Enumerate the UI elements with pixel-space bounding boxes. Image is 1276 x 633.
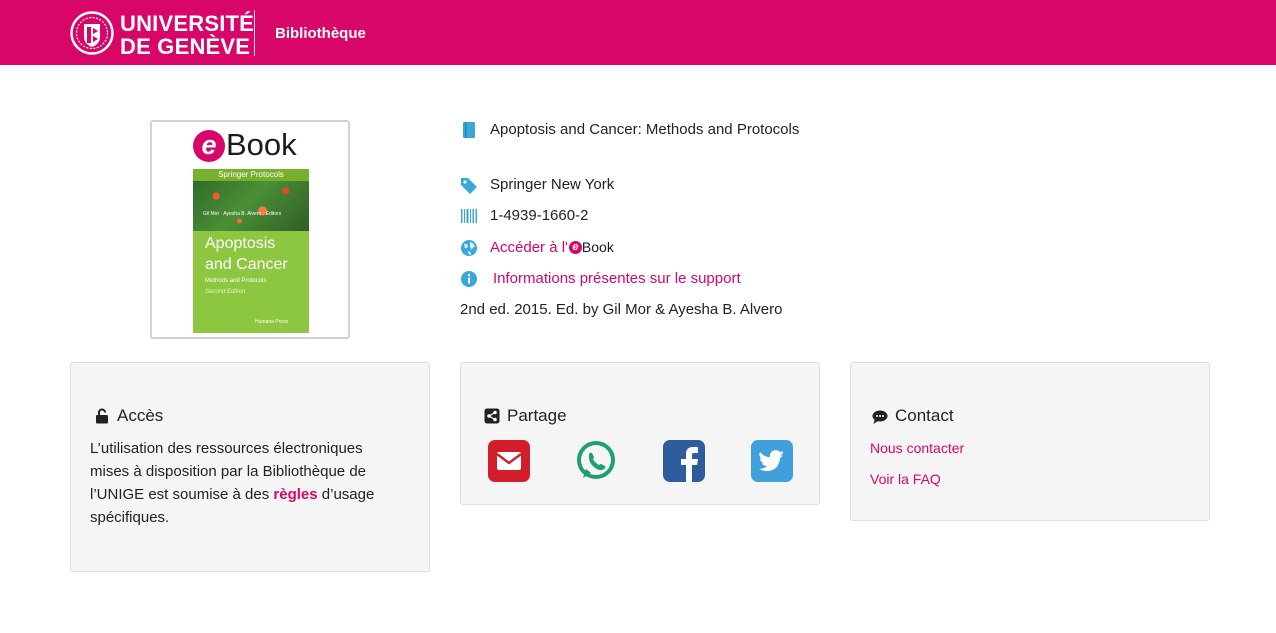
share-icon: [484, 408, 500, 424]
partage-card: Partage: [460, 362, 820, 505]
site-header: UNIVERSITÉ DE GENÈVE Bibliothèque: [0, 0, 1276, 65]
globe-icon: [461, 240, 477, 256]
share-twitter-button[interactable]: [751, 440, 793, 482]
book-cover-authors: Gil Mor · Ayesha B. Alvero · Editors: [203, 211, 282, 217]
book-cover-edition: Second Edition: [205, 289, 246, 295]
acces-card: Accès L’utilisation des ressources élect…: [70, 362, 430, 572]
email-icon: [496, 452, 522, 470]
contact-us-link[interactable]: Nous contacter: [870, 440, 964, 456]
book-cover-photo: [193, 181, 309, 231]
faq-link[interactable]: Voir la FAQ: [870, 471, 941, 487]
whatsapp-icon: [577, 441, 615, 479]
contact-card: Contact Nous contacter Voir la FAQ: [850, 362, 1210, 521]
book-cover-subtitle: Methods and Protocols: [205, 278, 267, 284]
acces-text: L’utilisation des ressources électroniqu…: [90, 440, 375, 526]
library-link[interactable]: Bibliothèque: [275, 25, 366, 42]
access-ebook-link[interactable]: Accéder à l' e Book: [490, 238, 616, 258]
ebook-word: Book: [226, 127, 297, 162]
book-cover-image: Springer Protocols Gil Mor · Ayesha B. A…: [193, 169, 309, 333]
chat-icon: [872, 410, 888, 424]
mini-ebook-e-icon: e: [568, 241, 582, 254]
info-support-link[interactable]: Informations présentes sur le support: [493, 269, 741, 289]
ebook-e-icon: e: [193, 130, 225, 162]
university-name: UNIVERSITÉ DE GENÈVE: [120, 11, 255, 59]
book-cover-publisher: Humana Press: [255, 319, 289, 325]
book-cover-frame: e Book Springer Protocols Gil Mor · Ayes…: [150, 120, 350, 339]
info-icon: [461, 271, 477, 287]
share-whatsapp-button[interactable]: [575, 440, 617, 482]
share-facebook-button[interactable]: [663, 440, 705, 482]
twitter-icon: [759, 450, 784, 471]
unlock-icon: [96, 408, 108, 424]
barcode-icon: [461, 209, 477, 223]
book-cover-title: Apoptosis and Cancer: [205, 235, 288, 273]
mini-ebook-logo: e Book: [568, 239, 616, 255]
university-seal-icon: [70, 11, 114, 55]
share-email-button[interactable]: [488, 440, 530, 482]
tag-icon: [461, 178, 477, 194]
university-logo[interactable]: UNIVERSITÉ DE GENÈVE: [70, 10, 254, 58]
facebook-icon: [681, 447, 698, 482]
header-divider: [254, 10, 255, 56]
ebook-badge: e Book: [193, 126, 313, 162]
rules-link[interactable]: règles: [273, 486, 317, 503]
book-icon: [463, 122, 475, 138]
book-series: Springer Protocols: [193, 169, 309, 181]
